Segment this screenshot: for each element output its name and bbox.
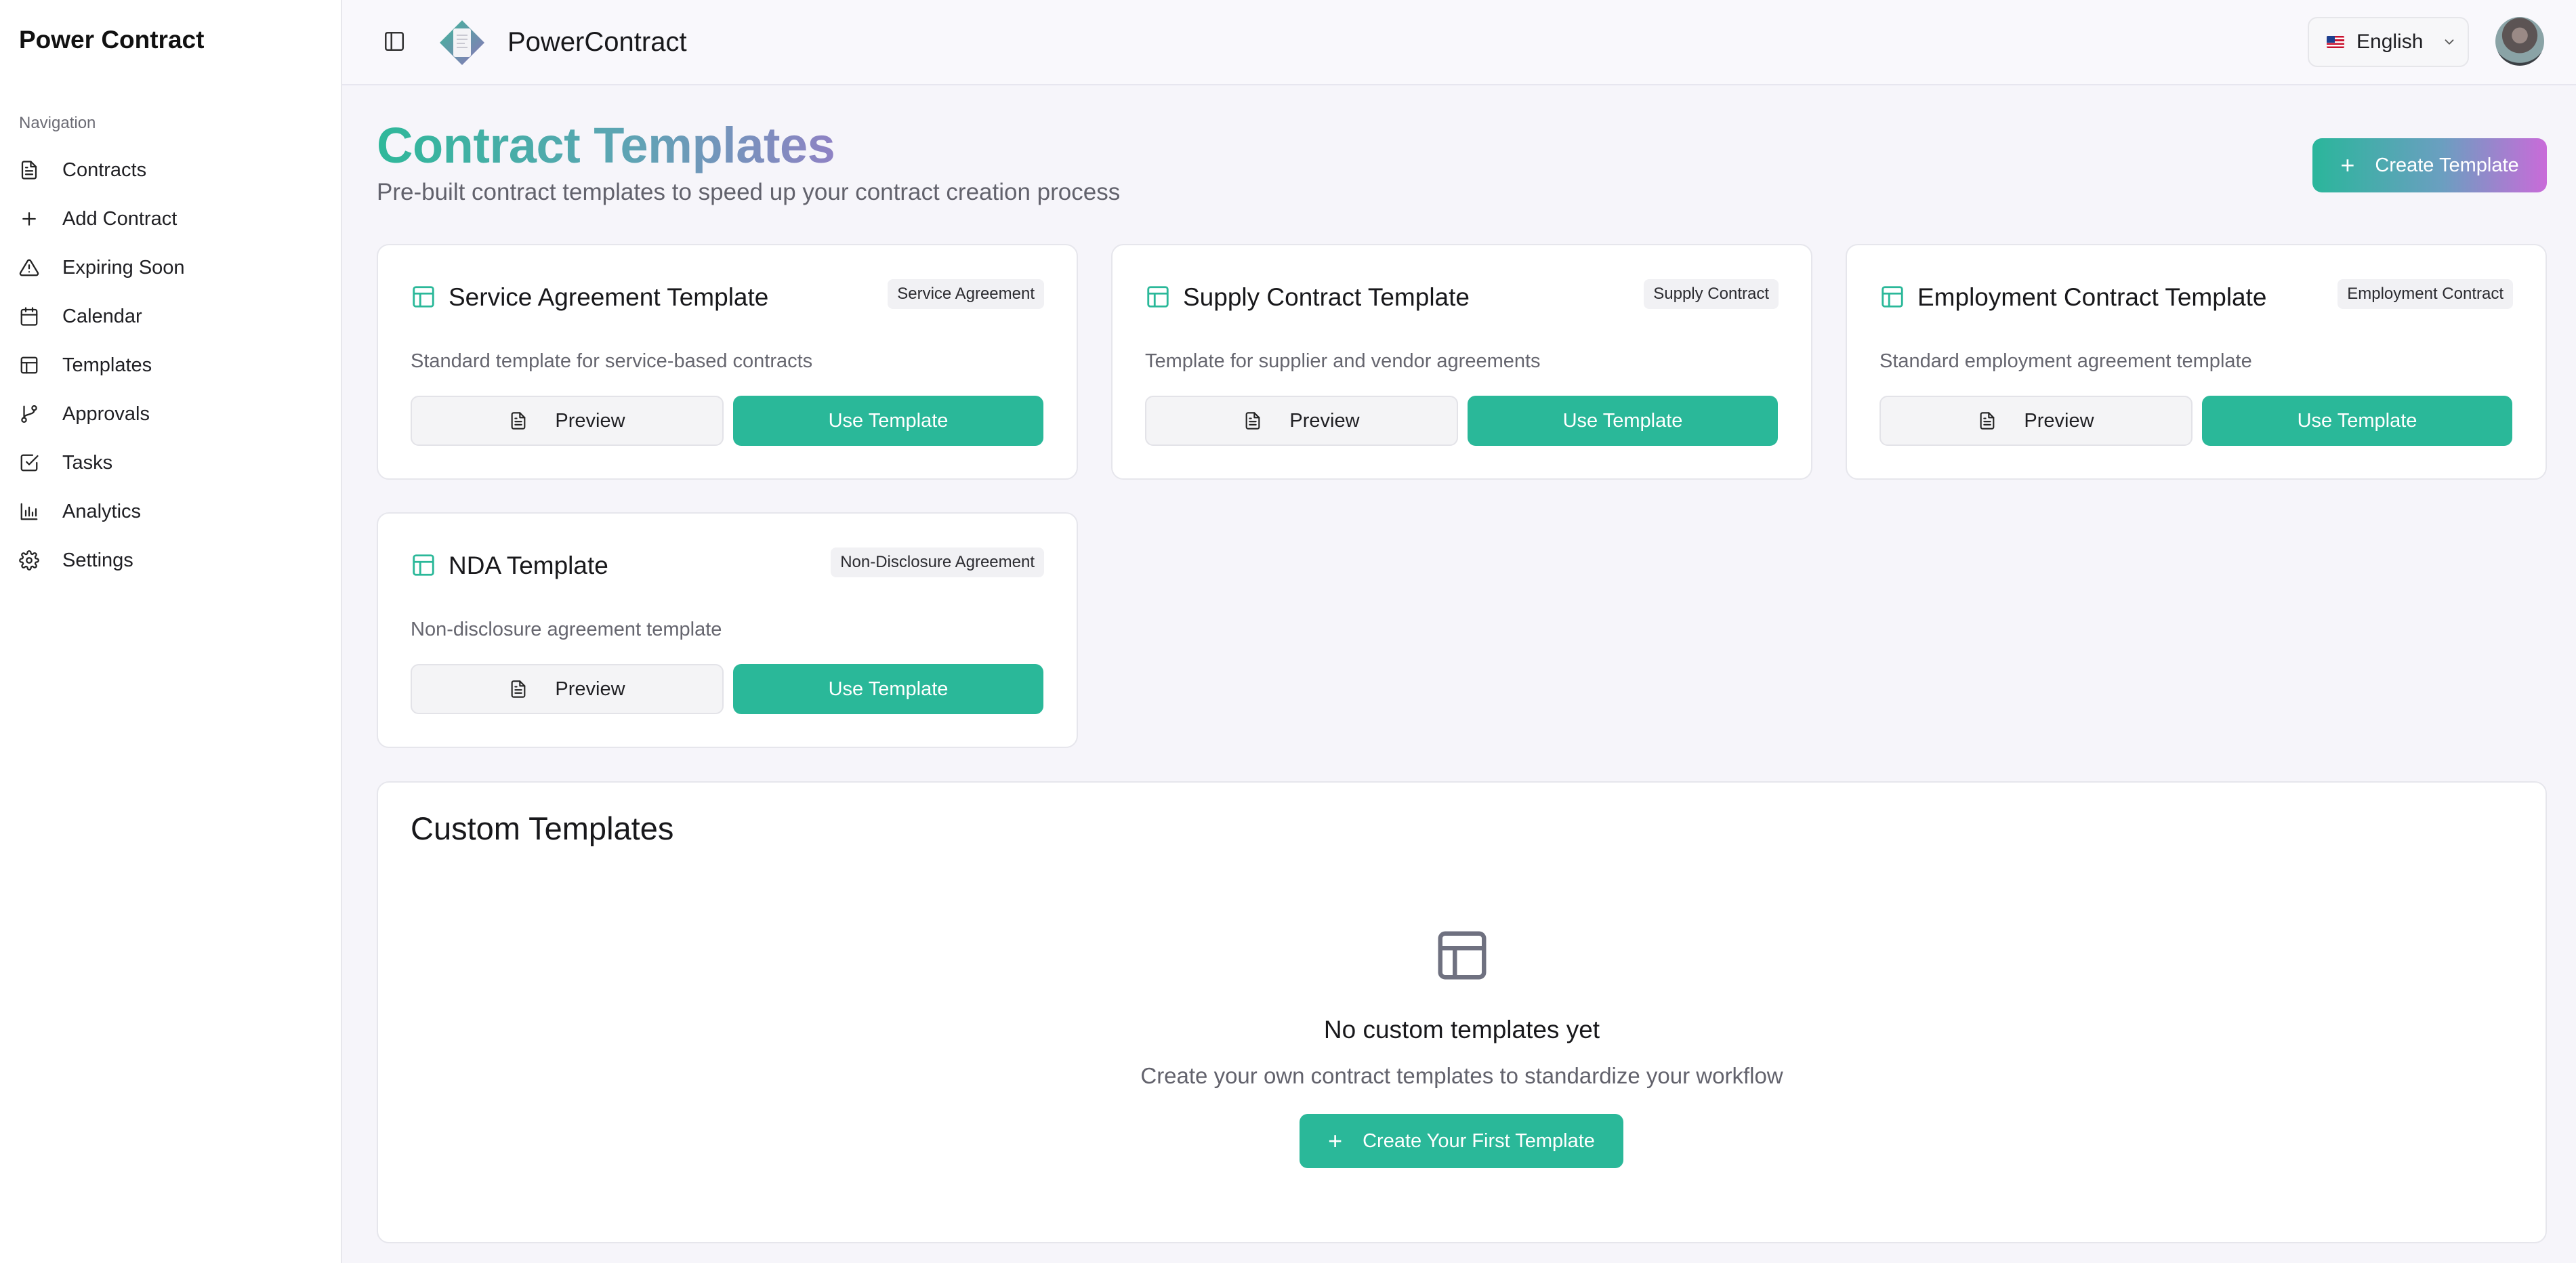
template-title: Employment Contract Template: [1917, 283, 2267, 311]
file-text-icon: [512, 680, 526, 698]
sidebar-item-label: Calendar: [62, 305, 142, 327]
template-title: NDA Template: [449, 552, 608, 579]
preview-button[interactable]: Preview: [1879, 396, 2193, 446]
create-template-button[interactable]: + Create Template: [2312, 138, 2547, 192]
template-badge: Non-Disclosure Agreement: [831, 547, 1044, 577]
sidebar-brand: Power Contract: [19, 26, 205, 54]
us-flag-icon: [2327, 36, 2344, 48]
preview-label: Preview: [555, 678, 625, 700]
preview-label: Preview: [2024, 409, 2094, 432]
use-template-button[interactable]: Use Template: [733, 396, 1043, 446]
sidebar-toggle-icon[interactable]: [383, 30, 406, 53]
template-description: Standard template for service-based cont…: [411, 350, 813, 372]
chevron-down-icon: [2445, 39, 2454, 45]
plus-icon: +: [2340, 151, 2355, 179]
preview-button[interactable]: Preview: [1145, 396, 1458, 446]
app-logo-icon: [440, 20, 484, 65]
plus-icon: +: [1328, 1127, 1343, 1155]
template-card-service: Service Agreement Template Service Agree…: [377, 244, 1078, 480]
use-template-button[interactable]: Use Template: [2202, 396, 2512, 446]
preview-label: Preview: [1289, 409, 1360, 432]
template-description: Standard employment agreement template: [1879, 350, 2252, 372]
sidebar-item-label: Analytics: [62, 500, 142, 522]
template-description: Non-disclosure agreement template: [411, 619, 722, 640]
sidebar-item-label: Expiring Soon: [62, 256, 185, 278]
layout-icon: [413, 286, 434, 308]
git-branch-icon: [21, 405, 37, 423]
language-label: English: [2356, 30, 2424, 53]
page-subtitle: Pre-built contract templates to speed up…: [377, 179, 1121, 205]
sidebar-item-label: Tasks: [62, 451, 113, 474]
sidebar-item-approvals[interactable]: Approvals: [0, 390, 341, 438]
file-text-icon: [1980, 412, 1995, 430]
sidebar-item-calendar[interactable]: Calendar: [0, 292, 341, 341]
template-card-nda: NDA Template Non-Disclosure Agreement No…: [377, 512, 1078, 748]
language-select[interactable]: English: [2308, 17, 2469, 67]
template-card-supply: Supply Contract Template Supply Contract…: [1111, 244, 1812, 480]
template-badge: Supply Contract: [1644, 279, 1779, 309]
sidebar-item-contracts[interactable]: Contracts: [0, 146, 341, 194]
empty-state-subtitle: Create your own contract templates to st…: [1140, 1063, 1783, 1088]
bar-chart-icon: [20, 503, 38, 520]
sidebar-item-tasks[interactable]: Tasks: [0, 438, 341, 487]
template-title: Service Agreement Template: [449, 283, 769, 311]
alert-triangle-icon: [19, 259, 39, 276]
layout-icon: [1438, 931, 1487, 980]
sidebar-item-add-contract[interactable]: Add Contract: [0, 194, 341, 243]
calendar-icon: [20, 307, 38, 326]
template-title: Supply Contract Template: [1183, 283, 1470, 311]
check-square-icon: [20, 454, 39, 472]
sidebar-item-label: Approvals: [62, 402, 150, 425]
preview-label: Preview: [555, 409, 625, 432]
sidebar-item-label: Contracts: [62, 159, 147, 181]
use-template-button[interactable]: Use Template: [733, 664, 1043, 714]
template-card-employment: Employment Contract Template Employment …: [1846, 244, 2547, 480]
sidebar-item-expiring-soon[interactable]: Expiring Soon: [0, 243, 341, 292]
sidebar-item-label: Settings: [62, 549, 133, 571]
template-badge: Employment Contract: [2338, 279, 2513, 309]
app-name: PowerContract: [507, 27, 687, 57]
layout-icon: [1882, 286, 1903, 308]
sidebar-item-analytics[interactable]: Analytics: [0, 487, 341, 536]
sidebar-item-label: Templates: [62, 354, 152, 376]
page-title: Contract Templates: [377, 117, 835, 173]
file-text-icon: [512, 412, 526, 430]
use-template-button[interactable]: Use Template: [1468, 396, 1778, 446]
preview-button[interactable]: Preview: [411, 664, 724, 714]
sidebar: Power Contract Navigation Contracts Add …: [0, 0, 342, 1263]
layout-icon: [20, 356, 38, 374]
gear-icon: [19, 550, 39, 571]
preview-button[interactable]: Preview: [411, 396, 724, 446]
sidebar-item-settings[interactable]: Settings: [0, 536, 341, 585]
plus-icon: [22, 212, 36, 226]
layout-icon: [413, 554, 434, 576]
template-description: Template for supplier and vendor agreeme…: [1145, 350, 1541, 372]
custom-templates-panel: Custom Templates No custom templates yet…: [377, 781, 2547, 1243]
empty-state-title: No custom templates yet: [1323, 1016, 1600, 1043]
nav-heading: Navigation: [19, 114, 96, 132]
layout-icon: [1147, 286, 1169, 308]
sidebar-item-label: Add Contract: [62, 207, 178, 230]
avatar[interactable]: [2495, 17, 2544, 66]
create-first-template-button[interactable]: + Create Your First Template: [1300, 1114, 1623, 1168]
file-text-icon: [1246, 412, 1260, 430]
create-template-label: Create Template: [2375, 154, 2519, 176]
file-text-icon: [21, 161, 37, 180]
template-badge: Service Agreement: [888, 279, 1044, 309]
sidebar-item-templates[interactable]: Templates: [0, 341, 341, 390]
create-first-template-label: Create Your First Template: [1363, 1130, 1595, 1152]
custom-templates-title: Custom Templates: [411, 810, 674, 846]
topbar: PowerContract English: [342, 0, 2576, 85]
nav-list: Contracts Add Contract Expiring Soon Cal…: [0, 146, 341, 585]
